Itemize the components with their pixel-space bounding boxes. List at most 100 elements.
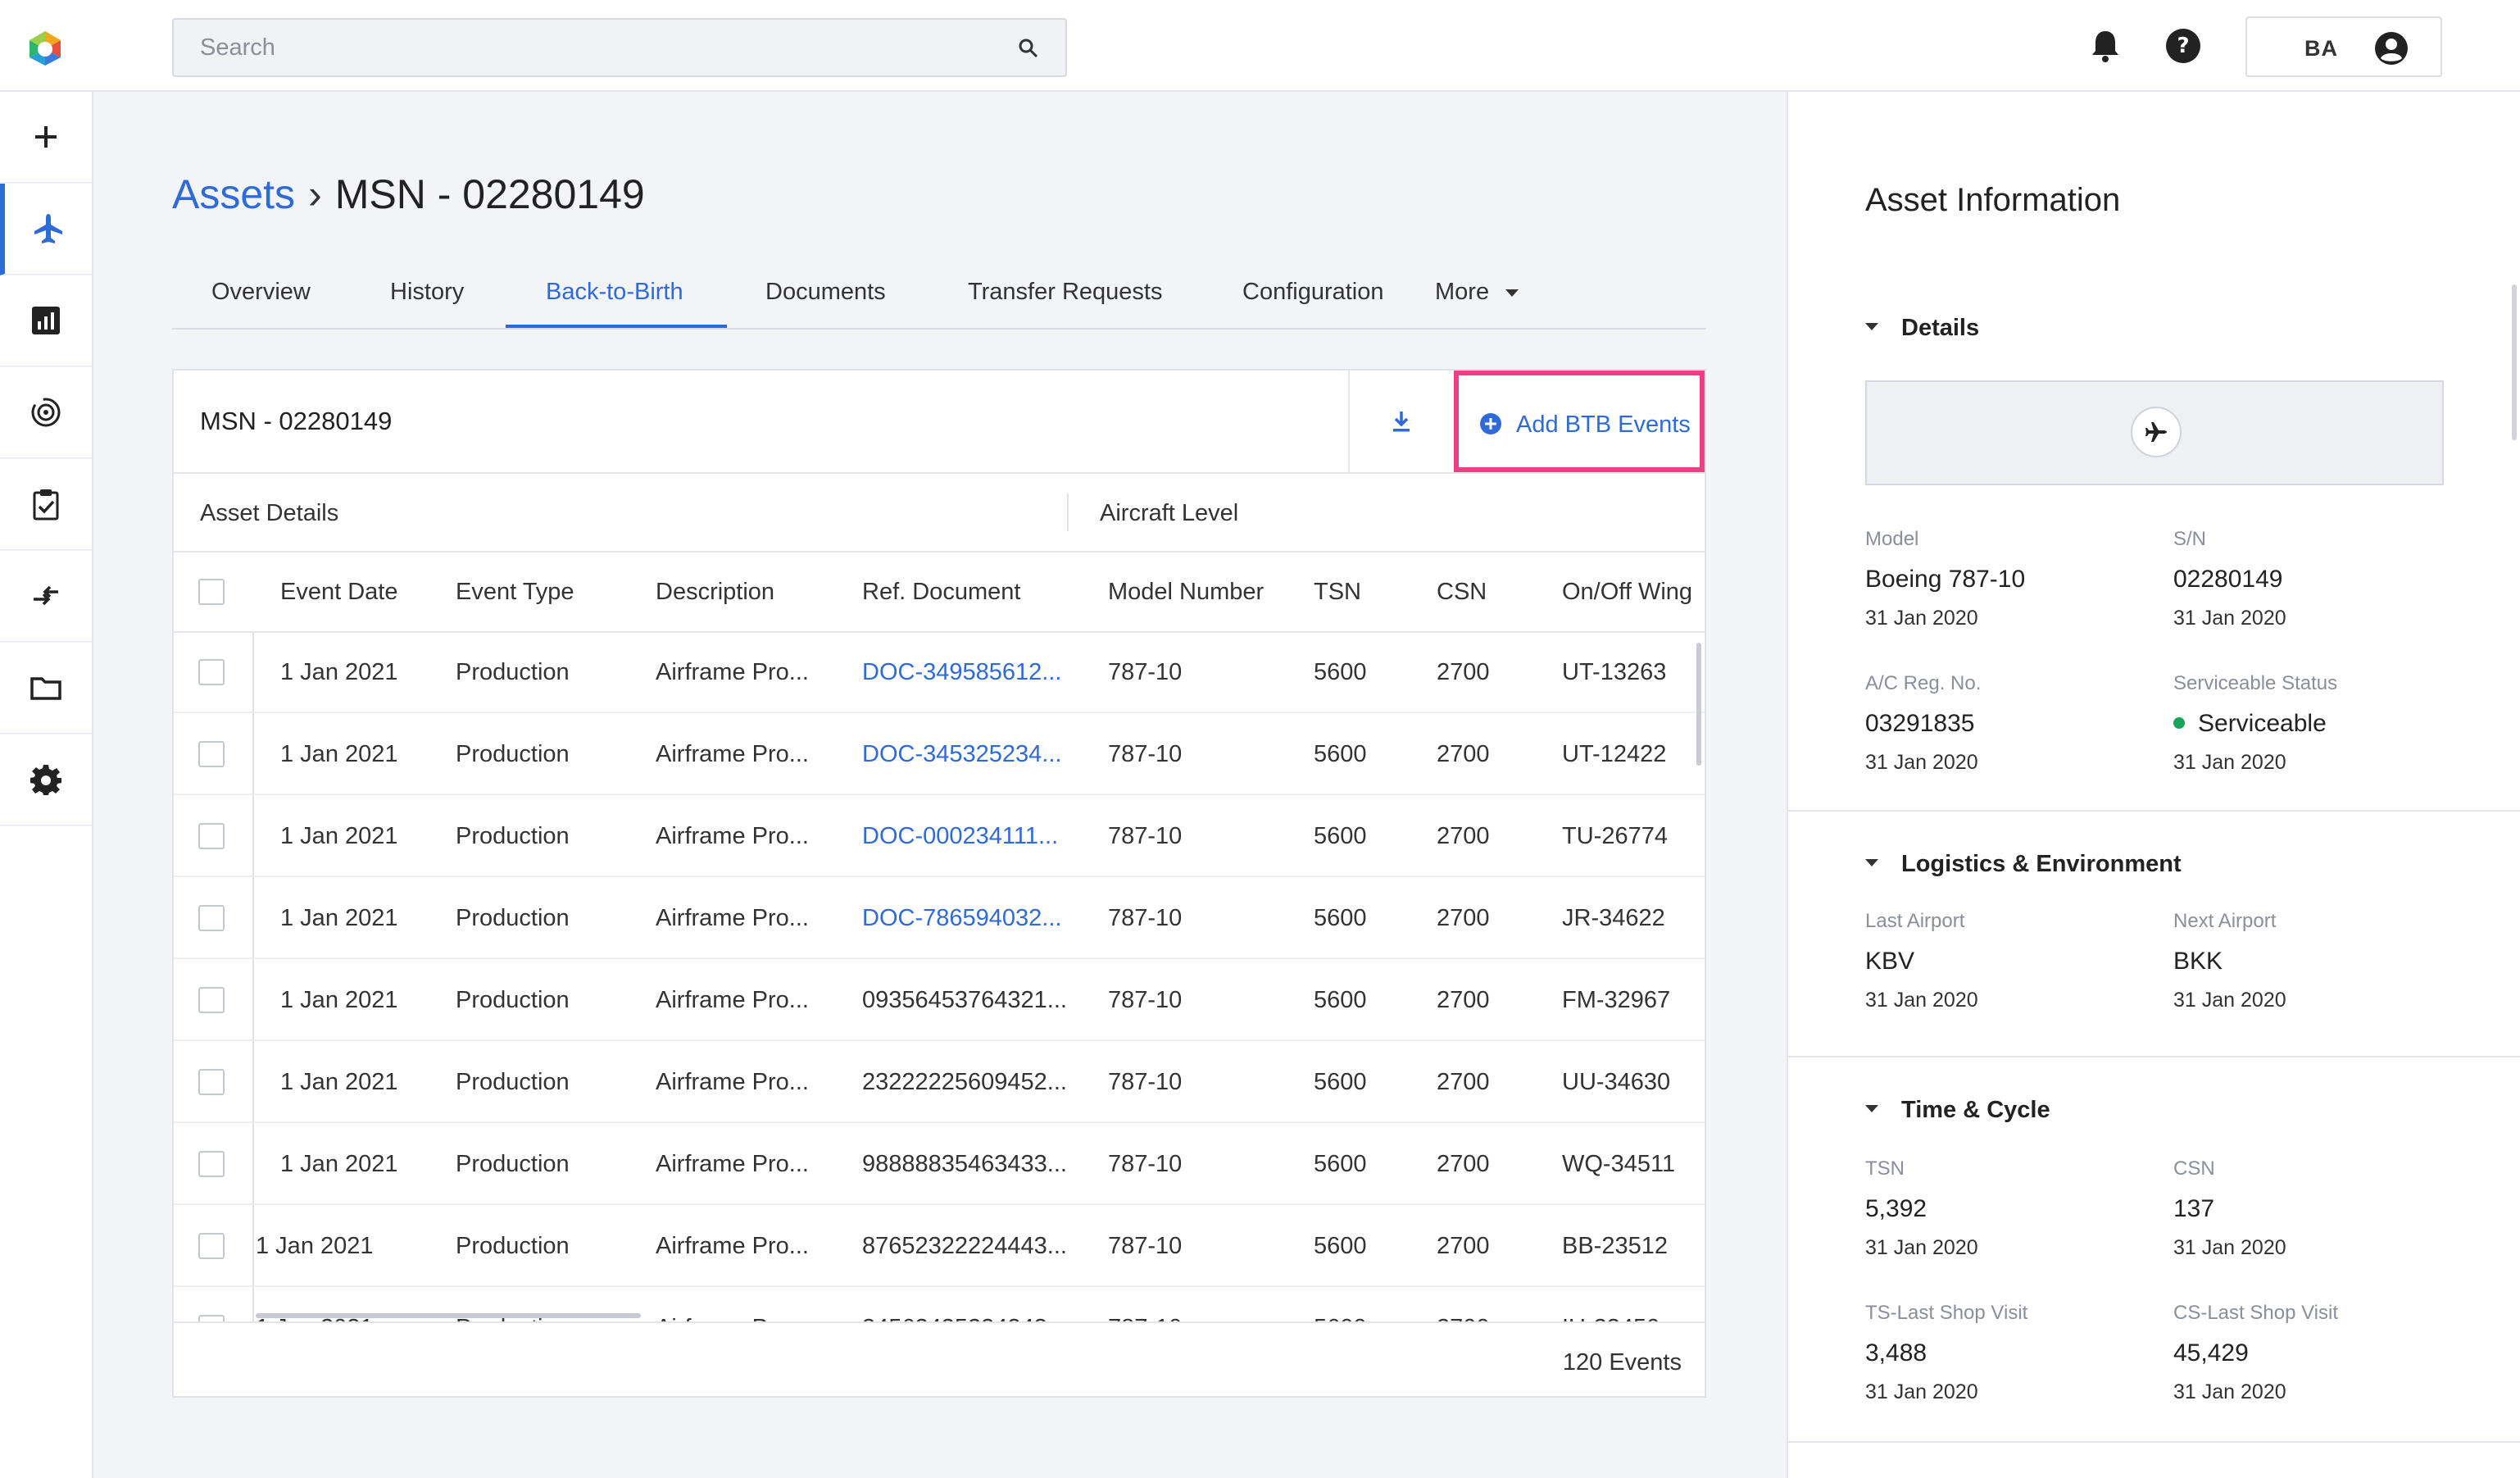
user-initials: BA — [2304, 36, 2338, 61]
download-icon — [1393, 412, 1410, 432]
col-event-type[interactable]: Event Type — [456, 579, 574, 606]
sidebar-item-reports[interactable] — [0, 275, 92, 367]
col-ref-document[interactable]: Ref. Document — [862, 579, 1020, 606]
table-row[interactable]: 1 Jan 2021 Production Airframe Pro... DOC-0… — [174, 797, 1705, 877]
cell-event-type: Production — [456, 1069, 570, 1095]
tab-history[interactable]: History — [390, 279, 464, 306]
help-icon[interactable]: ? — [2164, 26, 2203, 66]
field-date: 31 Jan 2020 — [2173, 1236, 2286, 1259]
row-checkbox[interactable] — [198, 659, 225, 685]
field-tsn: TSN 5,392 31 Jan 2020 — [1865, 1157, 1978, 1260]
sidebar-item-transfers[interactable] — [0, 551, 92, 643]
sidebar — [0, 92, 93, 1478]
sidebar-item-tracking[interactable] — [0, 367, 92, 459]
cell-ref-document[interactable]: DOC-000234111... — [862, 823, 1058, 850]
cell-tsn: 5600 — [1314, 905, 1367, 931]
search-icon[interactable] — [1016, 36, 1041, 61]
group-divider — [1067, 493, 1069, 531]
page-title: MSN - 02280149 — [334, 171, 645, 217]
col-model-number[interactable]: Model Number — [1108, 579, 1264, 606]
cell-ref-document[interactable]: DOC-349585612... — [862, 659, 1061, 686]
table-row[interactable]: 1 Jan 2021 Production Airframe Pro... DOC-7… — [174, 879, 1705, 959]
sidebar-item-settings[interactable] — [0, 734, 92, 826]
tab-configuration[interactable]: Configuration — [1242, 279, 1384, 306]
row-checkbox[interactable] — [198, 905, 225, 931]
select-all-checkbox[interactable] — [198, 579, 225, 605]
tab-more[interactable]: More — [1435, 279, 1519, 306]
sidebar-item-assets[interactable] — [0, 184, 92, 275]
col-csn[interactable]: CSN — [1437, 579, 1487, 606]
panel-scrollbar[interactable] — [2512, 284, 2517, 440]
row-checkbox[interactable] — [198, 1233, 225, 1259]
cell-on-off-wing: JR-34622 — [1562, 905, 1665, 931]
table-row[interactable]: 1 Jan 2021 Production Airframe Pro... DOC-3… — [174, 633, 1705, 713]
table-row[interactable]: 1 Jan 2021 Production Airframe Pro... DOC-3… — [174, 715, 1705, 795]
card-header: MSN - 02280149 Add BTB Events — [174, 371, 1705, 474]
col-on-off-wing[interactable]: On/Off Wing — [1562, 579, 1692, 606]
cell-tsn: 5600 — [1314, 1151, 1367, 1177]
field-cs-last-shop-visit: CS-Last Shop Visit 45,429 31 Jan 2020 — [2173, 1302, 2338, 1404]
cell-tsn: 5600 — [1314, 823, 1367, 849]
cell-csn: 2700 — [1437, 905, 1490, 931]
field-label: Last Airport — [1865, 910, 1965, 932]
logistics-toggle[interactable]: Logistics & Environment — [1865, 851, 2182, 878]
tab-overview[interactable]: Overview — [211, 279, 311, 306]
tab-documents[interactable]: Documents — [765, 279, 886, 306]
cell-description: Airframe Pro... — [656, 905, 809, 931]
asset-image-placeholder — [1865, 380, 2444, 485]
search-box[interactable] — [172, 18, 1067, 77]
active-tab-indicator — [506, 325, 727, 328]
cell-event-date: 1 Jan 2021 — [280, 1151, 398, 1177]
search-input[interactable] — [198, 20, 977, 75]
event-count: 120 Events — [1562, 1349, 1682, 1376]
cell-ref-document[interactable]: DOC-786594032... — [862, 905, 1061, 932]
details-toggle[interactable]: Details — [1865, 315, 1979, 342]
table-row[interactable]: 1 Jan 2021 Production Airframe Pro... 23222… — [174, 1043, 1705, 1123]
row-checkbox[interactable] — [198, 741, 225, 767]
events-table: Event Date Event Type Description Ref. D… — [174, 553, 1705, 1323]
card-footer: 120 Events — [174, 1321, 1705, 1396]
row-checkbox[interactable] — [198, 1151, 225, 1177]
field-label: TS-Last Shop Visit — [1865, 1302, 2028, 1324]
sidebar-item-documents[interactable] — [0, 643, 92, 734]
col-event-date[interactable]: Event Date — [280, 579, 397, 606]
row-checkbox[interactable] — [198, 1069, 225, 1095]
col-description[interactable]: Description — [656, 579, 774, 606]
row-checkbox[interactable] — [198, 987, 225, 1013]
sidebar-item-tasks[interactable] — [0, 459, 92, 551]
time-cycle-toggle[interactable]: Time & Cycle — [1865, 1097, 2050, 1124]
field-value: 3,488 — [1865, 1339, 1927, 1367]
breadcrumb-assets-link[interactable]: Assets — [172, 171, 295, 217]
bar-chart-icon — [32, 307, 60, 334]
tab-more-label: More — [1435, 279, 1490, 305]
cell-event-date: 1 Jan 2021 — [280, 741, 398, 767]
download-button[interactable] — [1348, 371, 1451, 472]
app-logo[interactable] — [25, 28, 66, 69]
field-date: 31 Jan 2020 — [2173, 989, 2286, 1012]
tab-back-to-birth[interactable]: Back-to-Birth — [546, 279, 683, 306]
col-tsn[interactable]: TSN — [1314, 579, 1361, 606]
user-menu[interactable]: BA — [2245, 16, 2442, 77]
airplane-icon — [2145, 422, 2167, 442]
cell-model-number: 787-10 — [1108, 905, 1183, 931]
add-btb-events-button[interactable]: Add BTB Events — [1454, 371, 1705, 472]
field-serviceable-status: Serviceable Status Serviceable 31 Jan 20… — [2173, 672, 2337, 775]
table-row[interactable]: 1 Jan 2021 Production Airframe Pro... 87652… — [174, 1207, 1705, 1287]
table-vertical-scrollbar[interactable] — [1696, 643, 1701, 766]
cell-event-date: 1 Jan 2021 — [280, 823, 398, 849]
cell-ref-document: 98888835463433... — [862, 1151, 1067, 1177]
row-checkbox[interactable] — [198, 823, 225, 849]
field-last-airport: Last Airport KBV 31 Jan 2020 — [1865, 910, 1978, 1012]
tab-transfer-requests[interactable]: Transfer Requests — [968, 279, 1162, 306]
table-row[interactable]: 1 Jan 2021 Production Airframe Pro... 09356… — [174, 961, 1705, 1041]
table-horizontal-scrollbar[interactable] — [256, 1313, 641, 1318]
field-value: 02280149 — [2173, 566, 2283, 593]
cell-event-date: 1 Jan 2021 — [280, 659, 398, 685]
cell-model-number: 787-10 — [1108, 1069, 1183, 1095]
cell-model-number: 787-10 — [1108, 1151, 1183, 1177]
cell-ref-document[interactable]: DOC-345325234... — [862, 741, 1061, 768]
sidebar-item-add[interactable] — [0, 92, 92, 184]
account-icon — [2375, 32, 2408, 65]
table-row[interactable]: 1 Jan 2021 Production Airframe Pro... 98888… — [174, 1125, 1705, 1205]
bell-icon[interactable] — [2086, 26, 2125, 66]
